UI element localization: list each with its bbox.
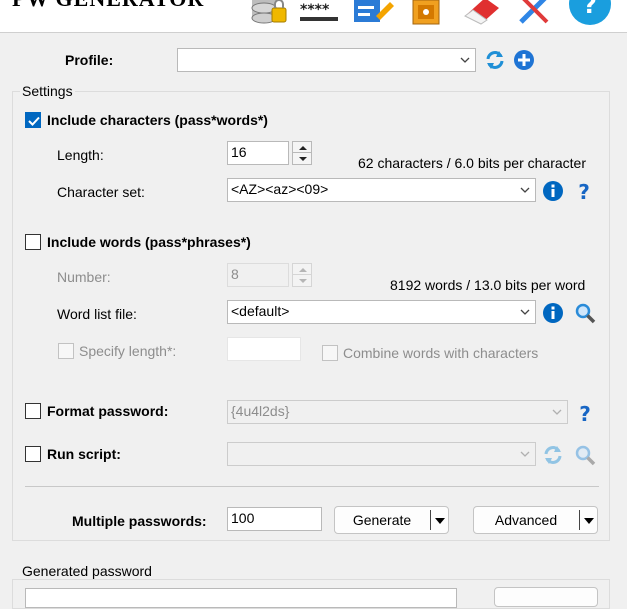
include-characters-checkbox[interactable] (25, 112, 41, 128)
words-info-text: 8192 words / 13.0 bits per word (390, 277, 586, 293)
eraser-icon[interactable] (459, 0, 503, 26)
format-password-label: Format password: (47, 403, 169, 419)
stepper-down-button[interactable] (292, 153, 312, 165)
edit-icon[interactable] (350, 0, 394, 26)
include-words-checkbox[interactable] (25, 234, 41, 250)
specify-length-input[interactable] (227, 337, 301, 361)
word-list-file-label: Word list file: (57, 306, 137, 322)
length-stepper[interactable] (292, 141, 312, 165)
stepper-up-button[interactable] (292, 141, 312, 153)
svg-text:?: ? (578, 180, 590, 202)
chevron-down-icon (520, 187, 530, 193)
checkmark-icon (28, 116, 40, 126)
search-icon[interactable] (574, 302, 596, 324)
chevron-down-icon (552, 409, 562, 415)
run-script-checkbox[interactable] (25, 446, 41, 462)
svg-text:?: ? (579, 402, 591, 424)
format-password-dropdown[interactable]: {4u4l2ds} (227, 400, 568, 424)
help-question-icon[interactable]: ? (573, 180, 595, 204)
help-icon[interactable]: ? (568, 0, 612, 26)
character-set-label: Character set: (57, 184, 145, 200)
profile-dropdown[interactable] (177, 48, 476, 72)
tools-icon[interactable] (513, 0, 557, 26)
characters-info-text: 62 characters / 6.0 bits per character (358, 155, 586, 171)
character-set-value: <AZ><az><09> (231, 181, 329, 197)
svg-text:?: ? (583, 0, 597, 19)
generate-button[interactable]: Generate (334, 506, 449, 534)
word-list-file-value: <default> (231, 303, 290, 319)
advanced-button-label: Advanced (494, 512, 558, 528)
length-input[interactable]: 16 (227, 141, 289, 165)
app-title: PW GENERATOR (12, 0, 204, 12)
number-stepper[interactable] (292, 263, 312, 287)
run-script-dropdown[interactable] (227, 442, 536, 466)
add-profile-icon[interactable] (513, 49, 535, 71)
chevron-down-icon (520, 451, 530, 457)
word-list-file-dropdown[interactable]: <default> (227, 300, 536, 324)
arrow-down-icon (299, 279, 307, 283)
search-icon[interactable] (574, 444, 596, 466)
multiple-passwords-label: Multiple passwords: (72, 513, 207, 529)
dropdown-arrow-icon[interactable] (434, 516, 446, 526)
profile-label: Profile: (65, 52, 114, 68)
combine-words-checkbox[interactable] (322, 345, 338, 361)
arrow-up-icon (299, 146, 307, 150)
number-input[interactable]: 8 (227, 263, 289, 287)
copy-button[interactable] (494, 587, 598, 607)
specify-length-checkbox[interactable] (58, 343, 74, 359)
settings-group-label: Settings (20, 83, 75, 99)
advanced-button[interactable]: Advanced (473, 506, 598, 534)
format-password-checkbox[interactable] (25, 403, 41, 419)
split-divider (430, 510, 431, 530)
run-script-label: Run script: (47, 446, 121, 462)
info-icon[interactable] (542, 180, 564, 202)
password-dots-icon[interactable]: **** (298, 0, 342, 26)
separator (25, 486, 599, 487)
combine-words-label: Combine words with characters (343, 345, 539, 361)
multiple-passwords-input[interactable]: 100 (227, 507, 322, 531)
refresh-icon[interactable] (484, 49, 506, 71)
info-icon[interactable] (542, 302, 564, 324)
generate-button-label: Generate (352, 512, 412, 528)
include-words-label: Include words (pass*phrases*) (47, 234, 251, 250)
format-password-value: {4u4l2ds} (231, 403, 290, 419)
refresh-icon[interactable] (542, 444, 564, 466)
include-characters-label: Include characters (pass*words*) (47, 112, 268, 128)
help-question-icon[interactable]: ? (574, 402, 596, 426)
generated-password-field[interactable] (25, 588, 457, 608)
chevron-down-icon (460, 57, 470, 63)
svg-text:****: **** (300, 2, 330, 18)
arrow-up-icon (299, 268, 307, 272)
split-divider (579, 510, 580, 530)
stepper-down-button[interactable] (292, 275, 312, 287)
number-label: Number: (57, 269, 111, 285)
generated-password-group-label: Generated password (20, 563, 154, 579)
length-label: Length: (57, 147, 104, 163)
arrow-down-icon (299, 157, 307, 161)
chevron-down-icon (520, 309, 530, 315)
vault-icon[interactable] (405, 0, 449, 26)
specify-length-label: Specify length*: (79, 343, 177, 359)
stepper-up-button[interactable] (292, 263, 312, 275)
character-set-dropdown[interactable]: <AZ><az><09> (227, 178, 536, 202)
database-lock-icon[interactable] (248, 0, 292, 26)
header-bar: PW GENERATOR **** (0, 0, 627, 32)
dropdown-arrow-icon[interactable] (583, 516, 595, 526)
